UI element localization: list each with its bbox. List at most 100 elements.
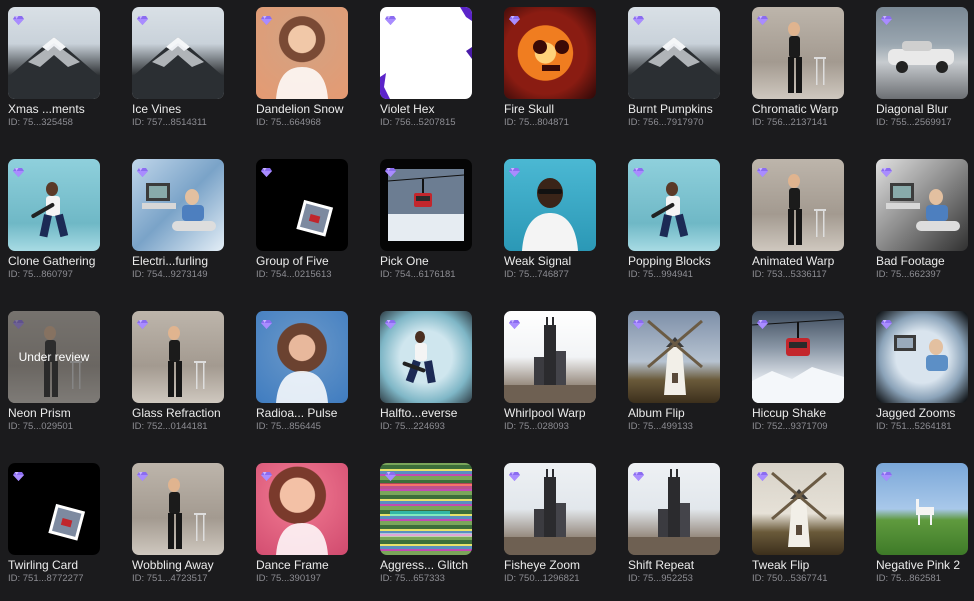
diamond-icon: [633, 316, 644, 329]
effect-thumbnail[interactable]: [628, 463, 720, 555]
effect-id: ID: 752...9371709: [752, 421, 828, 432]
effect-thumbnail[interactable]: [132, 159, 224, 251]
effect-card[interactable]: Aggress... Glitch ID: 75...657333: [380, 463, 472, 599]
effect-title: Negative Pink 2: [876, 558, 961, 572]
diamond-icon: [261, 12, 272, 25]
effect-thumbnail[interactable]: [876, 311, 968, 403]
effect-thumbnail[interactable]: [8, 7, 100, 99]
effect-card[interactable]: Weak Signal ID: 75...746877: [504, 159, 596, 295]
effect-id: ID: 75...952253: [628, 573, 693, 584]
effect-thumbnail[interactable]: [876, 159, 968, 251]
effect-card[interactable]: Fire Skull ID: 75...804871: [504, 7, 596, 143]
effect-card[interactable]: Tweak Flip ID: 750...5367741: [752, 463, 844, 599]
effect-thumbnail[interactable]: [504, 463, 596, 555]
effect-thumbnail[interactable]: [380, 159, 472, 251]
effect-thumbnail[interactable]: [876, 7, 968, 99]
effect-thumbnail[interactable]: [380, 7, 472, 99]
effect-thumbnail[interactable]: [256, 311, 348, 403]
effect-thumbnail[interactable]: [752, 463, 844, 555]
effect-card[interactable]: Clone Gathering ID: 75...860797: [8, 159, 100, 295]
effect-id: ID: 75...662397: [876, 269, 941, 280]
effect-card[interactable]: Animated Warp ID: 753...5336117: [752, 159, 844, 295]
effect-id: ID: 755...2569917: [876, 117, 952, 128]
effect-thumbnail[interactable]: Under review: [8, 311, 100, 403]
effect-card[interactable]: Dance Frame ID: 75...390197: [256, 463, 348, 599]
effect-thumbnail[interactable]: [752, 311, 844, 403]
effect-card[interactable]: Hiccup Shake ID: 752...9371709: [752, 311, 844, 447]
diamond-icon: [261, 468, 272, 481]
effect-title: Wobbling Away: [132, 558, 214, 572]
effect-thumbnail[interactable]: [132, 463, 224, 555]
effect-card[interactable]: Negative Pink 2 ID: 75...862581: [876, 463, 968, 599]
effect-title: Violet Hex: [380, 102, 435, 116]
effect-thumbnail[interactable]: [380, 463, 472, 555]
diamond-icon: [757, 164, 768, 177]
effect-card[interactable]: Xmas ...ments ID: 75...325458: [8, 7, 100, 143]
effect-id: ID: 75...657333: [380, 573, 445, 584]
effect-thumbnail[interactable]: [752, 159, 844, 251]
diamond-icon: [261, 316, 272, 329]
effect-thumbnail[interactable]: [504, 159, 596, 251]
diamond-icon: [13, 164, 24, 177]
effect-card[interactable]: Dandelion Snow ID: 75...664968: [256, 7, 348, 143]
effect-card[interactable]: Shift Repeat ID: 75...952253: [628, 463, 720, 599]
effect-thumbnail[interactable]: [876, 463, 968, 555]
effect-id: ID: 75...499133: [628, 421, 693, 432]
diamond-icon: [385, 316, 396, 329]
effect-card[interactable]: Radioa... Pulse ID: 75...856445: [256, 311, 348, 447]
effect-title: Album Flip: [628, 406, 685, 420]
effect-card[interactable]: Twirling Card ID: 751...8772277: [8, 463, 100, 599]
effect-title: Burnt Pumpkins: [628, 102, 713, 116]
effect-thumbnail[interactable]: [256, 159, 348, 251]
diamond-icon: [757, 12, 768, 25]
effect-title: Bad Footage: [876, 254, 945, 268]
effect-thumbnail[interactable]: [504, 311, 596, 403]
effect-id: ID: 757...8514311: [132, 117, 207, 128]
diamond-icon: [385, 164, 396, 177]
effect-thumbnail[interactable]: [628, 7, 720, 99]
effect-thumbnail[interactable]: [256, 7, 348, 99]
effect-card[interactable]: Glass Refraction ID: 752...0144181: [132, 311, 224, 447]
effect-thumbnail[interactable]: [8, 159, 100, 251]
effect-card[interactable]: Album Flip ID: 75...499133: [628, 311, 720, 447]
effect-title: Neon Prism: [8, 406, 71, 420]
diamond-icon: [13, 468, 24, 481]
effect-card[interactable]: Jagged Zooms ID: 751...5264181: [876, 311, 968, 447]
effect-id: ID: 750...1296821: [504, 573, 580, 584]
effect-id: ID: 75...029501: [8, 421, 73, 432]
effect-title: Popping Blocks: [628, 254, 711, 268]
diamond-icon: [385, 468, 396, 481]
effect-thumbnail[interactable]: [504, 7, 596, 99]
effect-card[interactable]: Bad Footage ID: 75...662397: [876, 159, 968, 295]
effect-card[interactable]: Violet Hex ID: 756...5207815: [380, 7, 472, 143]
effect-thumbnail[interactable]: [8, 463, 100, 555]
effect-thumbnail[interactable]: [752, 7, 844, 99]
effect-thumbnail[interactable]: [256, 463, 348, 555]
effect-thumbnail[interactable]: [132, 7, 224, 99]
effect-card[interactable]: Halfto...everse ID: 75...224693: [380, 311, 472, 447]
effect-title: Tweak Flip: [752, 558, 810, 572]
effect-title: Animated Warp: [752, 254, 835, 268]
effect-thumbnail[interactable]: [380, 311, 472, 403]
effect-card[interactable]: Electri...furling ID: 754...9273149: [132, 159, 224, 295]
effect-card[interactable]: Burnt Pumpkins ID: 756...7917970: [628, 7, 720, 143]
effect-card[interactable]: Whirlpool Warp ID: 75...028093: [504, 311, 596, 447]
effect-card[interactable]: Pick One ID: 754...6176181: [380, 159, 472, 295]
effect-thumbnail[interactable]: [628, 159, 720, 251]
effect-id: ID: 75...325458: [8, 117, 73, 128]
effect-title: Twirling Card: [8, 558, 79, 572]
effect-card[interactable]: Fisheye Zoom ID: 750...1296821: [504, 463, 596, 599]
effect-thumbnail[interactable]: [132, 311, 224, 403]
effect-card[interactable]: Group of Five ID: 754...0215613: [256, 159, 348, 295]
effect-title: Ice Vines: [132, 102, 182, 116]
effect-title: Dandelion Snow: [256, 102, 344, 116]
effect-card[interactable]: Chromatic Warp ID: 756...2137141: [752, 7, 844, 143]
effect-thumbnail[interactable]: [628, 311, 720, 403]
effect-card[interactable]: Popping Blocks ID: 75...994941: [628, 159, 720, 295]
effect-id: ID: 75...862581: [876, 573, 941, 584]
effect-card[interactable]: Ice Vines ID: 757...8514311: [132, 7, 224, 143]
effect-title: Shift Repeat: [628, 558, 695, 572]
effect-card[interactable]: Under review Neon Prism ID: 75...029501: [8, 311, 100, 447]
effect-card[interactable]: Wobbling Away ID: 751...4723517: [132, 463, 224, 599]
effect-card[interactable]: Diagonal Blur ID: 755...2569917: [876, 7, 968, 143]
